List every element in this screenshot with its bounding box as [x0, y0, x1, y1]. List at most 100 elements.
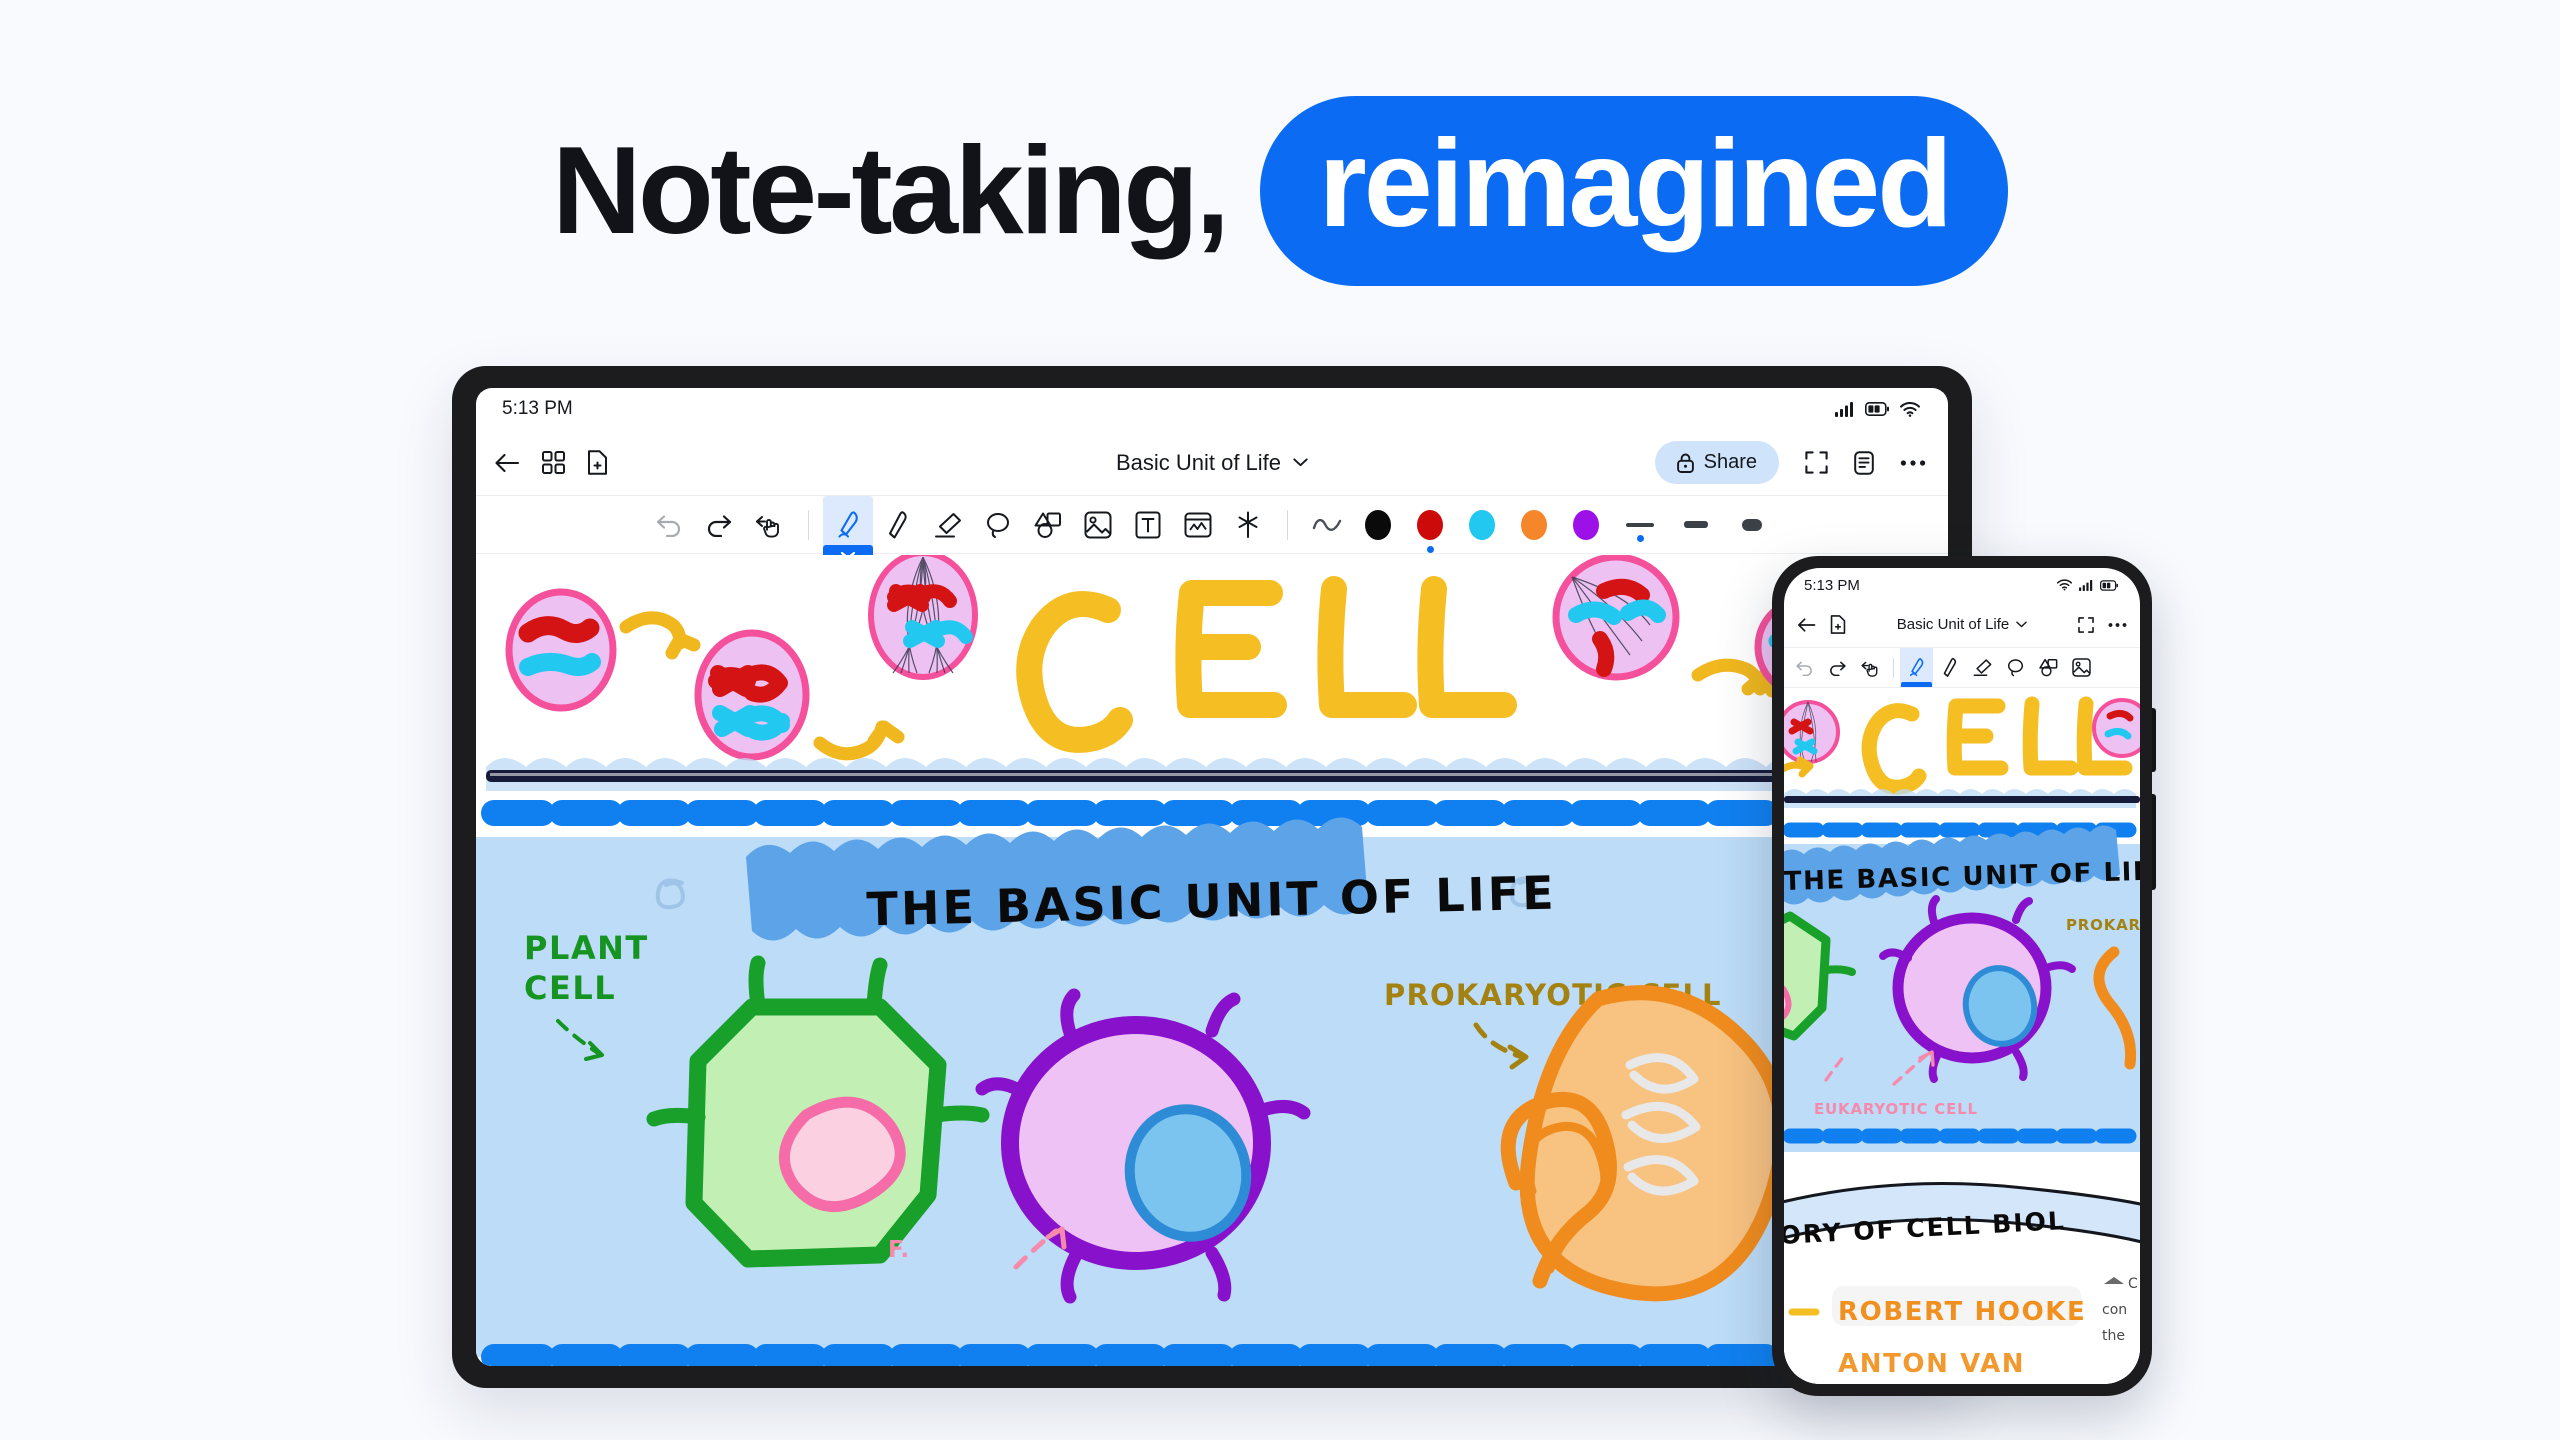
pencil-icon: [1943, 657, 1956, 677]
phone-screen: 5:13 PM Basic Unit of Life THE BASIC UNI…: [1784, 568, 2140, 1384]
weight-selected-indicator: [1636, 534, 1644, 542]
drawing-tool-group: [823, 495, 1273, 563]
pencil-tool[interactable]: [1933, 651, 1966, 685]
plant-cell-label-line2: CELL: [524, 969, 616, 1007]
phone-note-drawing: THE BASIC UNIT OF LIF PROKARY: [1784, 688, 2140, 1384]
stroke-weight-thin[interactable]: [1623, 522, 1657, 542]
hand-select-icon: [756, 515, 779, 538]
headline-highlight-pill: reimagined: [1260, 96, 2008, 286]
more-horizontal-icon[interactable]: [1900, 459, 1926, 467]
toolbar-divider: [808, 509, 809, 540]
battery-icon: [2100, 579, 2118, 591]
fullscreen-icon[interactable]: [2078, 616, 2094, 633]
pencil-icon: [889, 510, 907, 538]
plant-cell-label-line1: PLANT: [524, 929, 649, 967]
tablet-status-icons: [1835, 401, 1920, 417]
eraser-icon: [935, 512, 961, 537]
phone-status-bar: 5:13 PM: [1784, 568, 2140, 602]
phone-note-canvas[interactable]: THE BASIC UNIT OF LIF PROKARY: [1784, 688, 2140, 1384]
phone-side-note-line2: con: [2102, 1302, 2127, 1318]
pen-icon: [838, 510, 858, 538]
document-outline-icon[interactable]: [1854, 450, 1874, 475]
shapes-tool[interactable]: [2032, 651, 2065, 685]
pen-options-chevron-icon[interactable]: [840, 551, 856, 560]
redo-button[interactable]: [694, 500, 744, 550]
stroke-weight-thick[interactable]: [1735, 518, 1769, 531]
sparkle-icon: [1238, 511, 1258, 538]
phone-toolbar: [1784, 648, 2140, 688]
squiggle-icon: [1312, 518, 1342, 531]
undo-button[interactable]: [644, 500, 694, 550]
phone-device-mockup: 5:13 PM Basic Unit of Life THE BASIC UNI…: [1772, 556, 2156, 1396]
tablet-nav-left-group: [494, 450, 608, 475]
sticker-tool[interactable]: [1173, 500, 1223, 550]
lasso-icon: [2007, 659, 2024, 677]
phone-volume-button[interactable]: [2152, 708, 2156, 772]
new-page-icon[interactable]: [1830, 615, 1846, 634]
tablet-note-canvas[interactable]: THE BASIC UNIT OF LIFE PLANT CELL F. PRO…: [476, 555, 1948, 1366]
color-swatch-purple[interactable]: [1573, 509, 1599, 540]
history-tool-group: [644, 500, 794, 550]
shapes-tool[interactable]: [1023, 500, 1073, 550]
color-swatch-black[interactable]: [1365, 509, 1391, 540]
tablet-nav-bar: Basic Unit of Life Share: [476, 430, 1948, 496]
undo-icon: [1796, 661, 1812, 676]
tablet-status-bar: 5:13 PM: [476, 388, 1948, 430]
ai-tool[interactable]: [1223, 500, 1273, 550]
chevron-down-icon: [2016, 621, 2028, 628]
color-selected-indicator: [1426, 545, 1434, 553]
chevron-down-icon: [1293, 458, 1308, 467]
hand-select-button[interactable]: [744, 500, 794, 550]
tablet-nav-right-group: Share: [1654, 441, 1926, 484]
back-arrow-icon[interactable]: [1797, 617, 1816, 633]
pen-tool[interactable]: [823, 495, 873, 563]
lasso-tool[interactable]: [973, 500, 1023, 550]
text-tool[interactable]: [1123, 500, 1173, 550]
back-arrow-icon[interactable]: [494, 452, 520, 474]
image-tool[interactable]: [2065, 651, 2098, 685]
color-swatch-red[interactable]: [1417, 509, 1443, 553]
battery-icon: [1865, 402, 1889, 416]
toolbar-divider-2: [1287, 509, 1288, 540]
new-page-icon[interactable]: [587, 450, 608, 475]
shape-recognition-button[interactable]: [1302, 500, 1352, 550]
lasso-tool[interactable]: [1999, 651, 2032, 685]
lock-icon: [1676, 453, 1694, 473]
image-tool[interactable]: [1073, 500, 1123, 550]
more-horizontal-icon[interactable]: [2108, 622, 2127, 628]
tablet-status-time: 5:13 PM: [502, 398, 573, 419]
headline-plain-text: Note-taking,: [552, 122, 1230, 260]
pencil-tool[interactable]: [873, 500, 923, 550]
phone-power-button[interactable]: [2152, 794, 2156, 890]
undo-button[interactable]: [1788, 651, 1821, 685]
fullscreen-icon[interactable]: [1805, 451, 1828, 474]
redo-icon: [707, 514, 732, 537]
phone-eukaryotic-label: EUKARYOTIC CELL: [1814, 1100, 1978, 1118]
page-grid-icon[interactable]: [542, 451, 565, 474]
plant-cell-sub-mark: F.: [888, 1237, 909, 1263]
shapes-icon: [1034, 512, 1061, 538]
shapes-icon: [2039, 658, 2058, 677]
hand-select-button[interactable]: [1854, 651, 1887, 685]
phone-document-title-group[interactable]: Basic Unit of Life: [1860, 616, 2064, 633]
image-icon: [1084, 511, 1112, 538]
sticker-icon: [1184, 512, 1212, 537]
redo-button[interactable]: [1821, 651, 1854, 685]
tablet-device-mockup: 5:13 PM Basic Unit of Life Share THE BAS…: [452, 366, 1972, 1388]
pen-tool[interactable]: [1900, 648, 1933, 687]
eraser-icon: [1973, 659, 1992, 677]
color-swatch-cyan[interactable]: [1469, 509, 1495, 540]
phone-status-icons: [2057, 579, 2118, 591]
eraser-tool[interactable]: [923, 500, 973, 550]
share-button-label: Share: [1703, 451, 1757, 473]
color-swatch-orange[interactable]: [1521, 509, 1547, 540]
color-tool-group: [1302, 500, 1780, 553]
share-button[interactable]: Share: [1654, 441, 1779, 484]
phone-side-note-line3: the: [2102, 1328, 2125, 1344]
image-icon: [2072, 658, 2091, 677]
wifi-icon: [1900, 401, 1920, 417]
eraser-tool[interactable]: [1966, 651, 1999, 685]
phone-robert-hooke-label: ROBERT HOOKE: [1838, 1297, 2086, 1327]
cellular-signal-icon: [2079, 579, 2093, 591]
stroke-weight-medium[interactable]: [1679, 521, 1713, 528]
